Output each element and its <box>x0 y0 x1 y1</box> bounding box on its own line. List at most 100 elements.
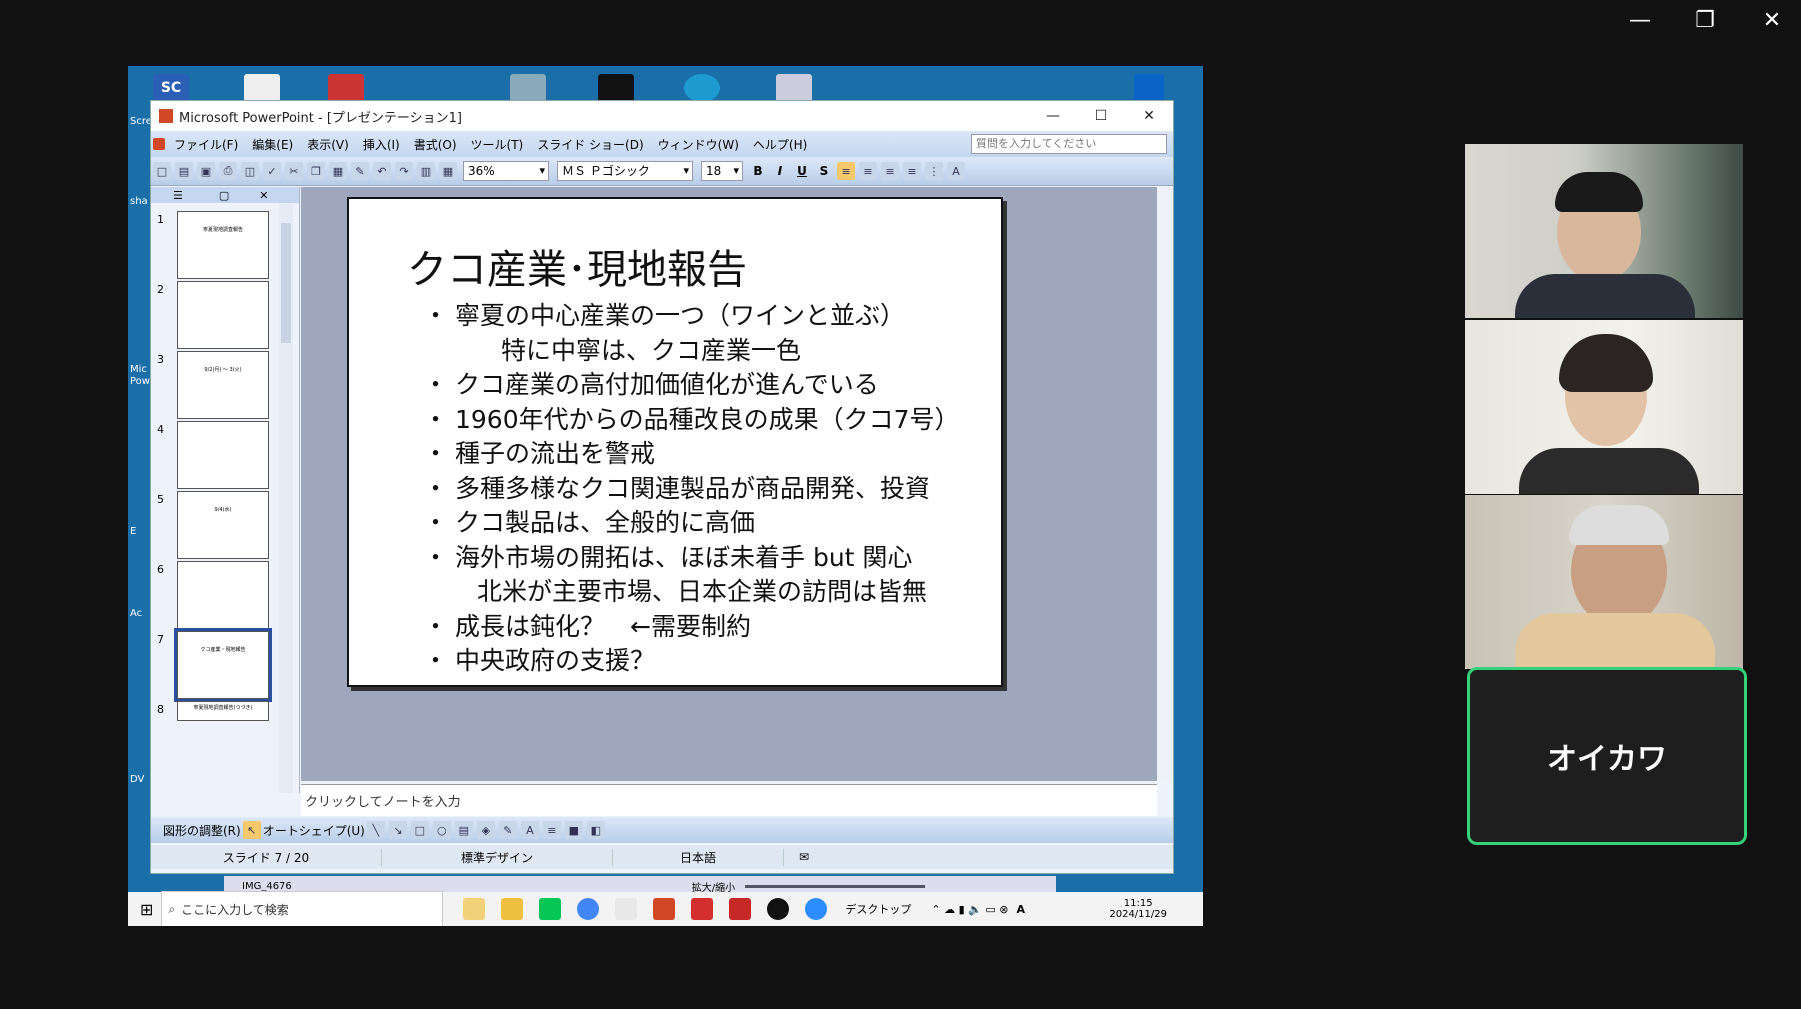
powerpoint-taskbar-icon[interactable] <box>653 898 676 920</box>
justify-icon[interactable]: ≡ <box>903 162 921 180</box>
slide-thumbnail-8[interactable]: 寧夏現地調査報告(つづき) <box>177 701 269 721</box>
folder-icon[interactable] <box>501 898 524 920</box>
undo-icon[interactable]: ↶ <box>373 162 391 180</box>
zoom-slider[interactable] <box>745 884 926 888</box>
numbering-icon[interactable]: ⋮ <box>925 162 943 180</box>
3d-icon[interactable]: ◧ <box>586 821 605 839</box>
line-color-icon[interactable]: ✎ <box>498 821 517 839</box>
zoom-app-icon[interactable] <box>805 898 828 920</box>
slide-thumbnail-7[interactable]: クコ産業・現地報告 <box>174 628 272 702</box>
slide-bullets[interactable]: ・寧夏の中心産業の一つ（ワインと並ぶ） 特に中寧は、クコ産業一色 ・クコ産業の高… <box>421 299 981 679</box>
textbox-icon[interactable]: ▤ <box>454 821 473 839</box>
participant-name-tile[interactable]: オイカワ <box>1467 667 1747 845</box>
desktop-icon-outlook[interactable] <box>1134 74 1164 102</box>
menu-format[interactable]: 書式(O) <box>407 136 464 153</box>
format-painter-icon[interactable]: ✎ <box>351 162 369 180</box>
slide-scrollbar[interactable] <box>1157 187 1173 781</box>
ppt-close-button[interactable]: ✕ <box>1125 108 1173 124</box>
select-arrow-icon[interactable]: ↖ <box>242 821 261 839</box>
slide-thumbnail-5[interactable]: 9/4(水) <box>177 491 269 559</box>
desktop-icon-app2[interactable] <box>510 74 546 102</box>
slide-thumbnail-3[interactable]: 9/2(月) ～ 3(火) <box>177 351 269 419</box>
underline-button[interactable]: U <box>793 164 811 178</box>
new-icon[interactable]: □ <box>153 162 171 180</box>
slide-thumbnail-1[interactable]: 寧夏現地調査報告 <box>177 211 269 279</box>
participant-video-3[interactable] <box>1465 495 1743 669</box>
close-button[interactable]: ✕ <box>1752 8 1792 33</box>
menu-window[interactable]: ウィンドウ(W) <box>651 136 746 153</box>
draw-font-color-icon[interactable]: A <box>520 821 539 839</box>
desktop-toolbar-label[interactable]: デスクトップ <box>845 901 911 917</box>
line-icon[interactable]: ╲ <box>366 821 385 839</box>
app-icon[interactable] <box>615 898 638 920</box>
windows-start-icon[interactable]: ⊞ <box>140 900 153 919</box>
cut-icon[interactable]: ✂ <box>285 162 303 180</box>
arrow-icon[interactable]: ↘ <box>388 821 407 839</box>
participant-video-1[interactable] <box>1465 144 1743 318</box>
zoom-select[interactable]: 36% <box>463 161 549 181</box>
shadow-button[interactable]: S <box>815 164 833 178</box>
desktop-icon-app[interactable] <box>244 74 280 102</box>
pdf-icon[interactable] <box>729 898 752 920</box>
open-icon[interactable]: ▤ <box>175 162 193 180</box>
rectangle-icon[interactable]: □ <box>410 821 429 839</box>
chart-icon[interactable]: ▥ <box>417 162 435 180</box>
align-right-icon[interactable]: ≡ <box>881 162 899 180</box>
desktop-icon-edge[interactable] <box>684 74 720 102</box>
fill-color-icon[interactable]: ◈ <box>476 821 495 839</box>
align-center-icon[interactable]: ≡ <box>859 162 877 180</box>
autoshape-menu[interactable]: オートシェイプ(U) <box>263 822 365 839</box>
preview-icon[interactable]: ◫ <box>241 162 259 180</box>
shadow-icon[interactable]: ■ <box>564 821 583 839</box>
table-icon[interactable]: ▦ <box>439 162 457 180</box>
menu-file[interactable]: ファイル(F) <box>167 136 245 153</box>
minimize-button[interactable]: — <box>1620 8 1660 33</box>
help-search-input[interactable]: 質問を入力してください <box>971 134 1167 154</box>
ppt-maximize-button[interactable]: ☐ <box>1077 108 1125 124</box>
tray-icons[interactable]: ⌃ ☁ ▮ 🔈 ▭ ⊗ <box>931 903 1008 916</box>
file-explorer-icon[interactable] <box>463 898 486 920</box>
taskbar-search-input[interactable]: ⌕ ここに入力して検索 <box>161 891 444 926</box>
line-app-icon[interactable] <box>539 898 562 920</box>
slide-thumbnail-2[interactable] <box>177 281 269 349</box>
line-style-icon[interactable]: ≡ <box>542 821 561 839</box>
ime-indicator[interactable]: A <box>1016 903 1025 916</box>
restore-button[interactable]: ❐ <box>1685 8 1725 33</box>
slide-title[interactable]: クコ産業･現地報告 <box>407 237 747 295</box>
menu-slideshow[interactable]: スライド ショー(D) <box>530 136 650 153</box>
align-left-icon[interactable]: ≡ <box>837 162 855 180</box>
record-icon[interactable] <box>767 898 790 920</box>
draw-adjust-menu[interactable]: 図形の調整(R) <box>163 822 241 839</box>
font-select[interactable]: ＭＳ Ｐゴシック <box>557 161 693 181</box>
slide-thumbnail-6[interactable] <box>177 561 269 629</box>
desktop-icon-app3[interactable] <box>598 74 634 102</box>
outline-tab-icon[interactable]: ☰ <box>173 189 183 202</box>
participant-video-2[interactable] <box>1465 320 1743 494</box>
acrobat-icon[interactable] <box>691 898 714 920</box>
paste-icon[interactable]: ▦ <box>329 162 347 180</box>
menu-help[interactable]: ヘルプ(H) <box>746 136 814 153</box>
desktop-icon-sc[interactable]: SC <box>153 74 189 102</box>
chrome-icon[interactable] <box>577 898 600 920</box>
desktop-icon-fox[interactable] <box>328 74 364 102</box>
print-icon[interactable]: ⎙ <box>219 162 237 180</box>
current-slide[interactable]: クコ産業･現地報告 ・寧夏の中心産業の一つ（ワインと並ぶ） 特に中寧は、クコ産業… <box>347 197 1003 687</box>
thumbnail-scrollbar[interactable] <box>279 203 293 793</box>
notes-input[interactable]: クリックしてノートを入力 <box>301 784 1157 816</box>
bold-button[interactable]: B <box>749 164 767 178</box>
menu-view[interactable]: 表示(V) <box>300 136 356 153</box>
menu-insert[interactable]: 挿入(I) <box>356 136 407 153</box>
font-size-select[interactable]: 18 <box>701 161 743 181</box>
desktop-icon-recycle[interactable] <box>776 74 812 102</box>
font-color-icon[interactable]: A <box>947 162 965 180</box>
save-icon[interactable]: ▣ <box>197 162 215 180</box>
ppt-minimize-button[interactable]: — <box>1029 108 1077 124</box>
menu-edit[interactable]: 編集(E) <box>245 136 300 153</box>
oval-icon[interactable]: ○ <box>432 821 451 839</box>
menu-tools[interactable]: ツール(T) <box>464 136 531 153</box>
pane-close-icon[interactable]: ✕ <box>259 189 268 202</box>
slides-tab-icon[interactable]: ▢ <box>219 189 229 202</box>
spell-icon[interactable]: ✓ <box>263 162 281 180</box>
redo-icon[interactable]: ↷ <box>395 162 413 180</box>
italic-button[interactable]: I <box>771 164 789 178</box>
